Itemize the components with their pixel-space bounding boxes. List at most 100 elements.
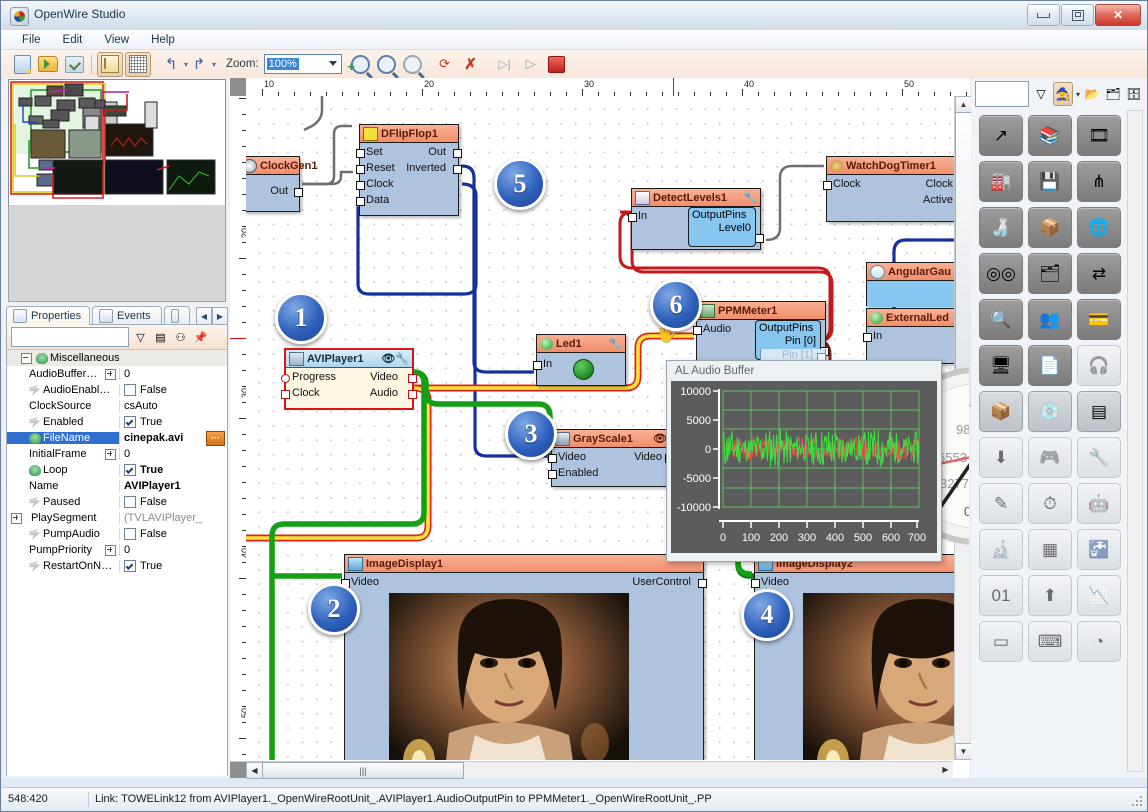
refresh-diagram-button[interactable]: ⟳ xyxy=(433,53,457,76)
property-value[interactable]: 0 xyxy=(119,448,227,460)
property-value[interactable]: True xyxy=(119,416,227,428)
categorized-icon[interactable]: ▤ xyxy=(152,329,169,346)
diagram-canvas[interactable]: 10 20 30 40 50 20 30 40 50 ClockGen1 Out… xyxy=(230,78,972,779)
menu-view[interactable]: View xyxy=(93,32,140,48)
pin-reset[interactable] xyxy=(356,165,365,174)
filter-icon[interactable]: ▽ xyxy=(1032,83,1050,105)
scroll-right-button[interactable]: ▶ xyxy=(938,762,953,777)
palette-mixer[interactable]: 🍶 xyxy=(979,207,1023,248)
pin-out[interactable] xyxy=(294,188,303,197)
palette-chart[interactable]: 📉 xyxy=(1077,575,1121,616)
checkbox[interactable] xyxy=(124,464,136,476)
palette-download[interactable]: ⬇ xyxy=(979,437,1023,478)
audio-buffer-window[interactable]: AL Audio Buffer 10000 5000 0 -5000 -1000… xyxy=(666,360,942,562)
palette-payment[interactable]: 💳 xyxy=(1077,299,1121,340)
run-button[interactable]: ▷ xyxy=(519,53,543,76)
palette-converters[interactable]: ↗ xyxy=(979,115,1023,156)
pin-clock-in[interactable] xyxy=(823,181,832,190)
component-imagedisplay2[interactable]: ImageDisplay2 Video xyxy=(751,554,969,760)
palette-exchange[interactable]: ⇄ xyxy=(1077,253,1121,294)
palette-codec[interactable]: 📦 xyxy=(1028,207,1072,248)
undo-dropdown-arrow[interactable]: ▾ xyxy=(184,60,188,69)
pin-clock[interactable] xyxy=(281,390,290,399)
expand-icon[interactable] xyxy=(105,368,116,380)
palette-libraries[interactable]: 📚 xyxy=(1028,115,1072,156)
close-button[interactable]: ✕ xyxy=(1095,4,1141,26)
pin-inverted[interactable] xyxy=(453,165,462,174)
pin-in[interactable] xyxy=(533,361,542,370)
ruler-toggle-button[interactable] xyxy=(97,51,123,77)
component-led1[interactable]: Led1 🔧 In xyxy=(533,334,626,386)
zoom-out-button[interactable] xyxy=(375,53,399,76)
property-row[interactable]: Loop True xyxy=(7,462,227,478)
tools-icon[interactable]: 🔧 xyxy=(743,191,760,204)
expand-icon[interactable] xyxy=(11,512,22,524)
palette-audio-mix[interactable]: 🎧 xyxy=(1077,345,1121,386)
alphabetical-icon[interactable]: ⚇ xyxy=(172,329,189,346)
palette-settings[interactable]: 🔧 xyxy=(1077,437,1121,478)
open-button[interactable] xyxy=(36,53,60,76)
menu-edit[interactable]: Edit xyxy=(52,32,94,48)
vertical-scroll-thumb[interactable] xyxy=(955,112,972,406)
palette-inspect[interactable]: 🔍 xyxy=(979,299,1023,340)
property-value[interactable]: False xyxy=(119,384,227,396)
pin-data[interactable] xyxy=(356,197,365,206)
expand-icon[interactable] xyxy=(105,448,116,460)
property-row[interactable]: ClockSource csAuto xyxy=(7,398,227,414)
checkbox[interactable] xyxy=(124,528,136,540)
palette-chip[interactable]: ▤ xyxy=(1077,391,1121,432)
property-value[interactable]: False xyxy=(119,528,227,540)
palette-binary[interactable]: 01 xyxy=(979,575,1023,616)
property-row[interactable]: Miscellaneous xyxy=(7,350,227,366)
save-button[interactable] xyxy=(62,53,86,76)
scroll-left-button[interactable]: ◀ xyxy=(246,762,263,779)
palette-upload[interactable]: ⬆ xyxy=(1028,575,1072,616)
checkbox[interactable] xyxy=(124,416,136,428)
header-tool-icons[interactable]: 👁🔧 xyxy=(381,352,412,365)
palette-splitter[interactable]: ⋔ xyxy=(1077,161,1121,202)
component-watchdogtimer1[interactable]: WatchDogTimer1 Clock Clock Active xyxy=(823,156,969,222)
palette-people[interactable]: 👥 xyxy=(1028,299,1072,340)
component-clockgen1[interactable]: ClockGen1 Out xyxy=(246,156,317,212)
property-row[interactable]: PlaySegment (TVLAVIPlayer_ xyxy=(7,510,227,526)
zoom-combo[interactable]: 100% xyxy=(263,54,342,74)
wizard-icon[interactable]: 🧙 xyxy=(1053,82,1073,106)
palette-display[interactable]: 🖥 xyxy=(979,345,1023,386)
component-dflipflop1[interactable]: DFlipFlop1 Set Reset Clock Data Out Inve… xyxy=(356,124,462,216)
pin-in[interactable] xyxy=(863,333,872,342)
property-row[interactable]: InitialFrame 0 xyxy=(7,446,227,462)
palette-search-input[interactable] xyxy=(975,81,1029,107)
pin-video[interactable] xyxy=(408,374,417,383)
collapse-icon[interactable] xyxy=(21,352,32,364)
property-value[interactable]: False xyxy=(119,496,227,508)
property-value[interactable]: AVIPlayer1 xyxy=(119,480,227,492)
redo-dropdown-arrow[interactable]: ▾ xyxy=(212,60,216,69)
add-group-icon[interactable]: 🗂 xyxy=(1104,83,1122,105)
pin-out[interactable] xyxy=(453,149,462,158)
palette-sync[interactable]: 🌐 xyxy=(1077,207,1121,248)
component-aviplayer1[interactable]: AVIPlayer1 👁🔧 Progress Clock Video Audio xyxy=(281,348,417,410)
menu-file[interactable]: File xyxy=(11,32,52,48)
tab-events[interactable]: Events xyxy=(92,306,162,325)
property-value[interactable]: (TVLAVIPlayer_ xyxy=(119,512,227,524)
chevron-down-icon[interactable]: ▾ xyxy=(1076,90,1080,99)
property-search-input[interactable] xyxy=(11,327,129,347)
property-value[interactable]: csAuto xyxy=(119,400,227,412)
palette-measure[interactable]: 🔬 xyxy=(979,529,1023,570)
diagram-sheet[interactable]: ClockGen1 Out DFlipFlop1 Set Reset Clock… xyxy=(246,96,969,760)
scroll-up-button[interactable]: ▲ xyxy=(955,96,972,113)
palette-dial[interactable]: ◔ xyxy=(1077,621,1121,662)
pin-enabled[interactable] xyxy=(548,470,557,479)
palette-network[interactable]: 🗂 xyxy=(1028,253,1072,294)
palette-document-filter[interactable]: 📄 xyxy=(1028,345,1072,386)
property-row[interactable]: Name AVIPlayer1 xyxy=(7,478,227,494)
expand-icon[interactable] xyxy=(105,544,116,556)
checkbox[interactable] xyxy=(124,384,136,396)
pin-set[interactable] xyxy=(356,149,365,158)
property-row[interactable]: RestartOnN… True xyxy=(7,558,227,574)
ellipsis-button[interactable]: ··· xyxy=(206,430,225,446)
delete-button[interactable]: ✗ xyxy=(459,53,483,76)
property-value[interactable]: cinepak.avi ··· xyxy=(119,430,227,446)
pin-audio[interactable] xyxy=(408,390,417,399)
pin-clock[interactable] xyxy=(356,181,365,190)
